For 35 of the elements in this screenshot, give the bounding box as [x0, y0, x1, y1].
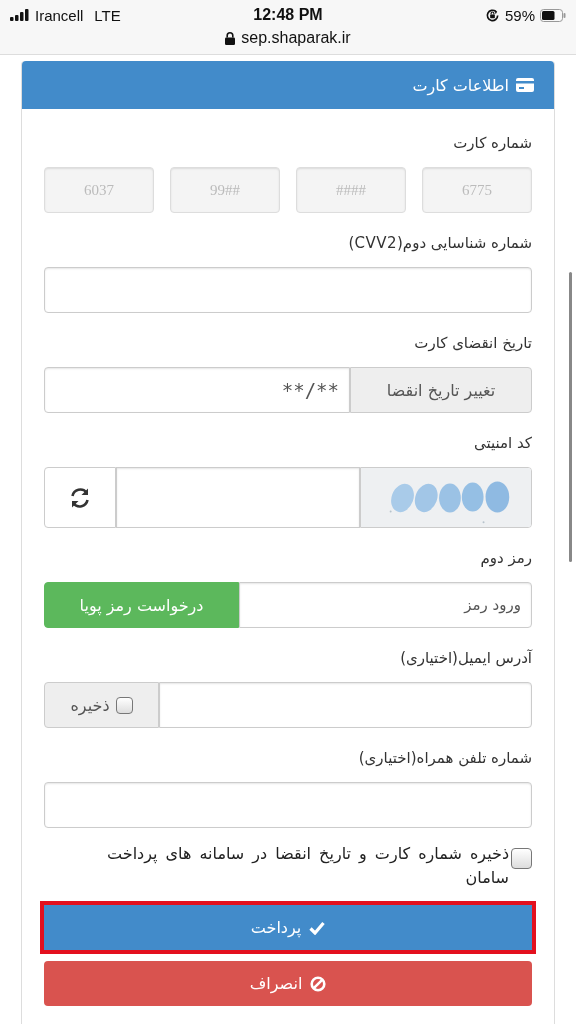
- input-field[interactable]: [44, 267, 532, 313]
- field-label: شماره کارت: [452, 133, 532, 153]
- field-label: کد امنیتی: [472, 433, 532, 453]
- network-type: LTE: [94, 6, 121, 24]
- battery-icon: [540, 8, 566, 22]
- request-password-button[interactable]: درخواست رمز پویا: [44, 582, 239, 628]
- checkbox-label: ذخیره شماره کارت و تاریخ انقضا در سامانه های پرداخت سامان: [106, 843, 509, 889]
- field-label: آدرس ایمیل(اختیاری): [399, 648, 532, 668]
- save-email-option[interactable]: ذخیره: [44, 682, 159, 728]
- refresh-icon: [68, 485, 92, 510]
- field-label: شماره تلفن همراه(اختیاری): [357, 748, 532, 768]
- signal-icon: [10, 9, 30, 21]
- page-url: sep.shaparak.ir: [241, 29, 351, 47]
- captcha-field[interactable]: [116, 467, 360, 528]
- field-label: شماره شناسایی دوم(CVV2): [347, 233, 532, 253]
- carrier-name: Irancell: [35, 6, 84, 24]
- cancel-button[interactable]: انصراف: [44, 961, 532, 1006]
- clock-time: 12:48 PM: [253, 6, 323, 24]
- email-field[interactable]: [159, 682, 532, 728]
- input-field[interactable]: [44, 782, 532, 828]
- refresh-button[interactable]: [44, 467, 116, 528]
- field-label: رمز دوم: [479, 548, 532, 568]
- check-icon: [309, 920, 326, 935]
- change-expiry-button[interactable]: تغییر تاریخ انقضا: [350, 367, 532, 413]
- ban-icon: [310, 975, 327, 992]
- lock-icon: [225, 31, 236, 45]
- field-label: تاریخ انقضای کارت: [413, 333, 532, 353]
- expiry-field[interactable]: **/**: [44, 367, 350, 413]
- checkbox[interactable]: [115, 696, 133, 714]
- rotation-lock-icon: [484, 7, 500, 23]
- password-field[interactable]: ورود رمز: [239, 582, 532, 628]
- checkbox[interactable]: [511, 848, 532, 869]
- credit-card-icon: [516, 78, 534, 92]
- battery-percent: 59%: [504, 6, 535, 24]
- panel-title: اطلاعات کارت: [412, 75, 509, 95]
